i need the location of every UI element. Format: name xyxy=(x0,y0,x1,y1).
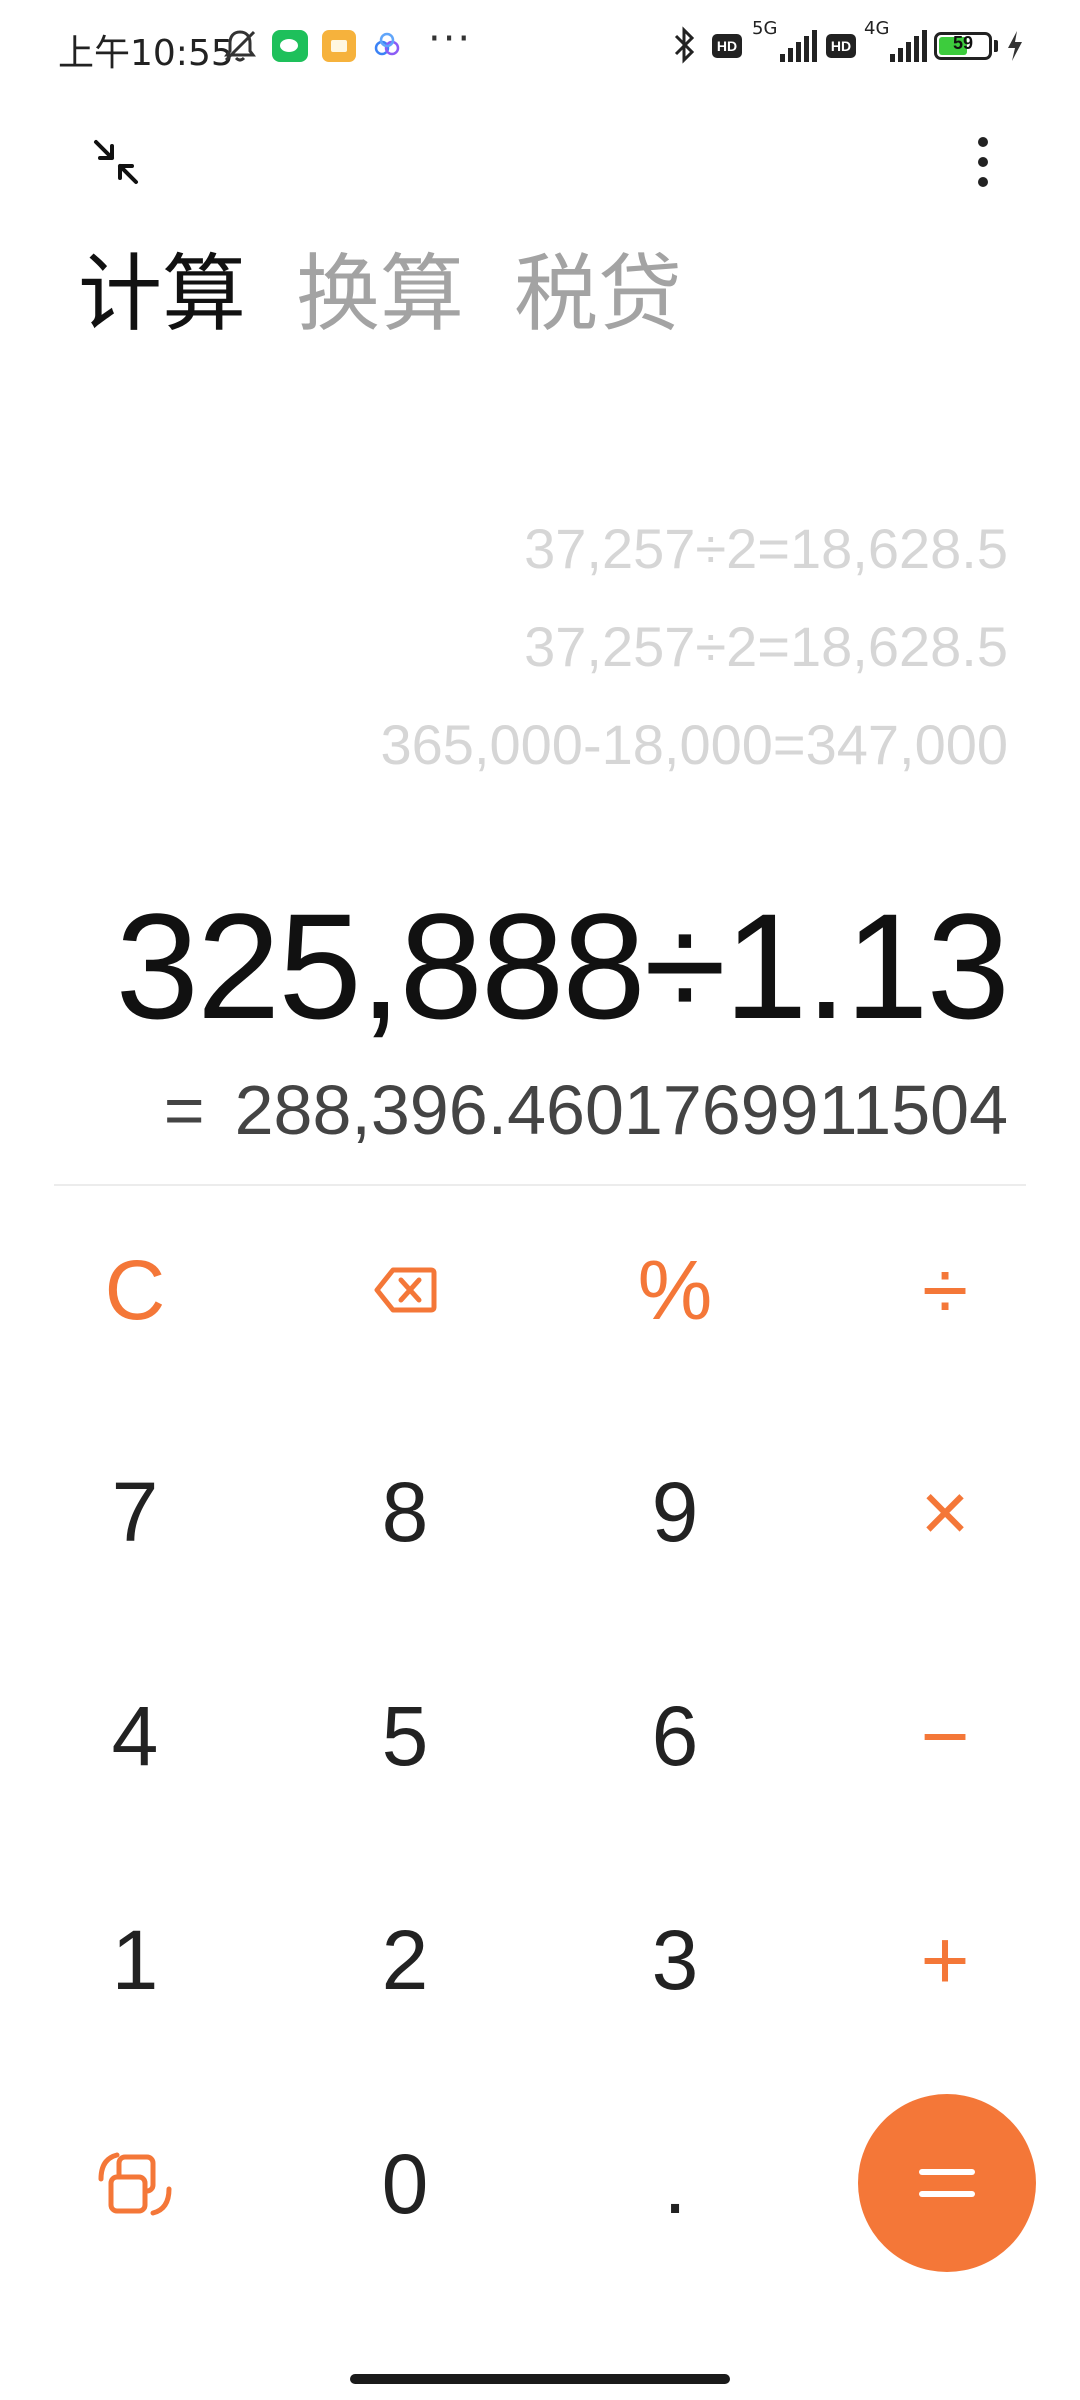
mode-tabs: 计算 换算 税贷 xyxy=(78,252,682,336)
signal-icon xyxy=(890,30,927,62)
equals-button[interactable] xyxy=(858,2094,1036,2272)
clear-button[interactable]: C xyxy=(35,1210,235,1370)
collapse-icon[interactable] xyxy=(90,136,142,188)
battery-level: 59 xyxy=(952,33,974,53)
history-item[interactable]: 37,257÷2=18,628.5 xyxy=(381,500,1008,598)
digit-3-button[interactable]: 3 xyxy=(575,1880,775,2040)
hd-badge: HD xyxy=(826,34,856,58)
plus-button[interactable]: + xyxy=(845,1880,1045,2040)
digit-0-button[interactable]: 0 xyxy=(305,2104,505,2264)
switch-mode-icon xyxy=(98,2152,172,2216)
charging-icon xyxy=(1008,31,1022,61)
result-line: = 288,396.460176991150​4 xyxy=(164,1070,1008,1150)
tab-convert[interactable]: 换算 xyxy=(296,252,464,336)
hd-badge: HD xyxy=(712,34,742,58)
current-expression: 325,888÷1.13 xyxy=(115,882,1010,1050)
wechat-icon xyxy=(272,30,308,62)
status-bar: 上午10:55 ··· HD 5G HD 4G 59 xyxy=(0,0,1080,96)
switch-mode-button[interactable] xyxy=(35,2104,235,2264)
digit-1-button[interactable]: 1 xyxy=(35,1880,235,2040)
more-dots-icon: ··· xyxy=(428,16,473,62)
history-item[interactable]: 365,000-18,000=347,000 xyxy=(381,696,1008,794)
percent-button[interactable]: % xyxy=(575,1210,775,1370)
dnd-bell-icon xyxy=(224,30,256,62)
decimal-button[interactable]: . xyxy=(575,2104,775,2264)
digit-4-button[interactable]: 4 xyxy=(35,1656,235,1816)
tab-tax-loan[interactable]: 税贷 xyxy=(514,252,682,336)
result-equals-sign: = xyxy=(163,1071,205,1149)
home-indicator[interactable] xyxy=(350,2374,730,2384)
digit-8-button[interactable]: 8 xyxy=(305,1432,505,1592)
bluetooth-icon xyxy=(674,26,695,64)
digit-6-button[interactable]: 6 xyxy=(575,1656,775,1816)
notes-icon xyxy=(322,30,356,62)
digit-2-button[interactable]: 2 xyxy=(305,1880,505,2040)
multiply-button[interactable]: × xyxy=(845,1432,1045,1592)
cloud-icon xyxy=(374,32,400,56)
minus-button[interactable]: − xyxy=(845,1656,1045,1816)
kebab-menu-icon[interactable] xyxy=(968,132,998,192)
divide-button[interactable]: ÷ xyxy=(845,1210,1045,1370)
digit-7-button[interactable]: 7 xyxy=(35,1432,235,1592)
digit-9-button[interactable]: 9 xyxy=(575,1432,775,1592)
calculation-history: 37,257÷2=18,628.5 37,257÷2=18,628.5 365,… xyxy=(381,500,1008,794)
signal-icon xyxy=(780,30,817,62)
battery-cap xyxy=(994,40,998,52)
display-divider xyxy=(54,1184,1026,1186)
tab-calculate[interactable]: 计算 xyxy=(78,252,246,336)
digit-5-button[interactable]: 5 xyxy=(305,1656,505,1816)
backspace-button[interactable] xyxy=(305,1210,505,1370)
result-value: 288,396.460176991150​4 xyxy=(234,1071,1008,1149)
battery-icon: 59 xyxy=(934,32,992,60)
status-time: 上午10:55 xyxy=(58,33,234,74)
history-item[interactable]: 37,257÷2=18,628.5 xyxy=(381,598,1008,696)
backspace-icon xyxy=(374,1267,437,1313)
equals-icon xyxy=(919,2169,975,2197)
